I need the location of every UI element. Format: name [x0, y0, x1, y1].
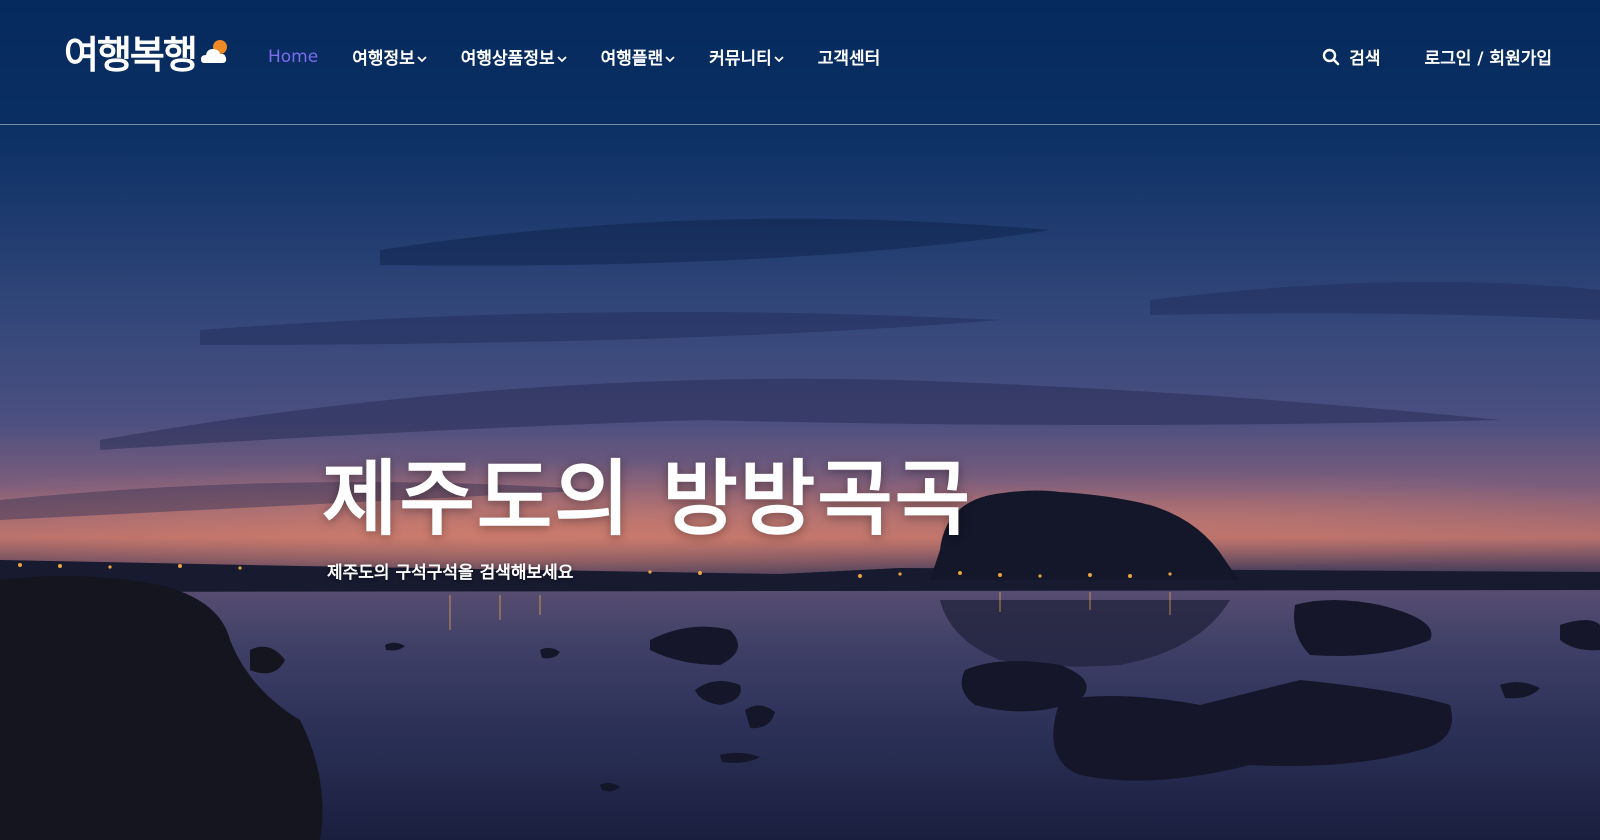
login-signup-link[interactable]: 로그인 / 회원가입	[1424, 44, 1552, 69]
chevron-down-icon	[556, 55, 567, 62]
nav-item-label: 여행정보	[352, 49, 415, 69]
chevron-down-icon	[774, 55, 784, 62]
nav-item-label: 고객센터	[817, 49, 881, 69]
nav-item-travel-plan[interactable]: 여행플랜	[601, 44, 676, 69]
site-header: 여행복행 Home 여행정보 여행상품정보 여행플랜 커뮤니티 고객센터 검색 …	[0, 0, 1600, 125]
header-actions: 검색 로그인 / 회원가입	[1322, 44, 1552, 69]
main-nav: Home 여행정보 여행상품정보 여행플랜 커뮤니티 고객센터	[268, 44, 914, 70]
nav-item-travel-info[interactable]: 여행정보	[352, 44, 427, 69]
search-label: 검색	[1349, 49, 1381, 69]
hero-title: 제주도의 방방곡곡	[322, 452, 973, 547]
nav-item-customer-center[interactable]: 고객센터	[818, 44, 881, 69]
site-logo[interactable]: 여행복행	[64, 30, 230, 80]
chevron-down-icon	[665, 55, 675, 62]
logo-text: 여행복행	[64, 33, 198, 77]
nav-item-label: 커뮤니티	[709, 49, 772, 69]
cloud-sun-icon	[200, 40, 227, 63]
search-icon	[1322, 48, 1340, 65]
chevron-down-icon	[417, 55, 427, 62]
nav-item-travel-products[interactable]: 여행상품정보	[461, 44, 567, 69]
nav-item-label: 여행플랜	[600, 49, 664, 69]
nav-item-label: Home	[268, 46, 319, 67]
nav-item-community[interactable]: 커뮤니티	[709, 44, 784, 69]
hero-background-photo	[0, 0, 1600, 840]
nav-item-home[interactable]: Home	[268, 47, 318, 67]
hero-subtitle: 제주도의 구석구석을 검색해보세요	[327, 563, 574, 583]
search-button[interactable]: 검색	[1322, 44, 1380, 69]
nav-item-label: 여행상품정보	[460, 49, 555, 69]
